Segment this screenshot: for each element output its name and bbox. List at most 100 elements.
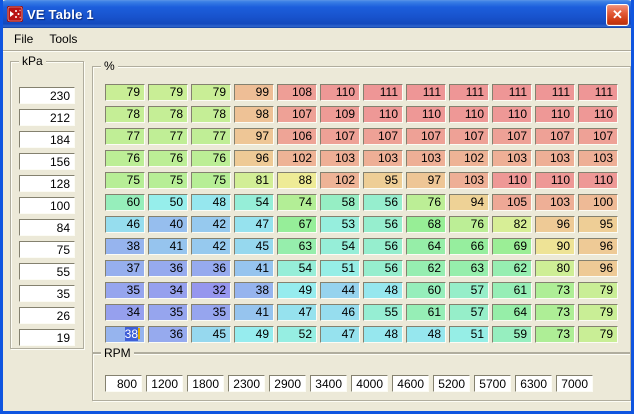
rpm-field-2[interactable] <box>187 375 224 392</box>
ve-cell-r10c7[interactable]: 61 <box>406 304 446 321</box>
ve-cell-r6c1[interactable]: 40 <box>148 216 188 233</box>
ve-cell-r5c7[interactable]: 76 <box>406 194 446 211</box>
rpm-field-9[interactable] <box>474 375 511 392</box>
ve-cell-r7c0[interactable]: 38 <box>105 238 145 255</box>
ve-cell-r9c4[interactable]: 49 <box>277 282 317 299</box>
ve-cell-r11c5[interactable]: 47 <box>320 326 360 343</box>
ve-cell-r9c0[interactable]: 35 <box>105 282 145 299</box>
ve-cell-r2c7[interactable]: 107 <box>406 128 446 145</box>
ve-cell-r0c10[interactable]: 111 <box>535 84 575 101</box>
ve-cell-r2c0[interactable]: 77 <box>105 128 145 145</box>
ve-cell-r4c6[interactable]: 95 <box>363 172 403 189</box>
menu-tools[interactable]: Tools <box>41 30 85 48</box>
ve-cell-r9c1[interactable]: 34 <box>148 282 188 299</box>
ve-cell-r5c3[interactable]: 54 <box>234 194 274 211</box>
ve-cell-r1c11[interactable]: 110 <box>578 106 618 123</box>
ve-cell-r8c2[interactable]: 36 <box>191 260 231 277</box>
ve-cell-r3c0[interactable]: 76 <box>105 150 145 167</box>
ve-cell-r2c5[interactable]: 107 <box>320 128 360 145</box>
ve-cell-r0c1[interactable]: 79 <box>148 84 188 101</box>
ve-cell-r10c4[interactable]: 47 <box>277 304 317 321</box>
ve-cell-r1c9[interactable]: 110 <box>492 106 532 123</box>
ve-cell-r7c1[interactable]: 41 <box>148 238 188 255</box>
ve-cell-r9c5[interactable]: 44 <box>320 282 360 299</box>
ve-cell-r2c9[interactable]: 107 <box>492 128 532 145</box>
ve-cell-r5c0[interactable]: 60 <box>105 194 145 211</box>
ve-cell-r3c10[interactable]: 103 <box>535 150 575 167</box>
ve-cell-r1c7[interactable]: 110 <box>406 106 446 123</box>
ve-cell-r2c4[interactable]: 106 <box>277 128 317 145</box>
ve-cell-r8c9[interactable]: 62 <box>492 260 532 277</box>
ve-cell-r10c2[interactable]: 35 <box>191 304 231 321</box>
ve-cell-r5c4[interactable]: 74 <box>277 194 317 211</box>
ve-cell-r7c5[interactable]: 54 <box>320 238 360 255</box>
ve-cell-r3c5[interactable]: 103 <box>320 150 360 167</box>
ve-cell-r5c2[interactable]: 48 <box>191 194 231 211</box>
ve-cell-r10c11[interactable]: 79 <box>578 304 618 321</box>
ve-cell-r6c5[interactable]: 53 <box>320 216 360 233</box>
ve-cell-r11c10[interactable]: 73 <box>535 326 575 343</box>
ve-cell-r4c4[interactable]: 88 <box>277 172 317 189</box>
ve-cell-r8c1[interactable]: 36 <box>148 260 188 277</box>
ve-cell-r5c6[interactable]: 56 <box>363 194 403 211</box>
kpa-field-7[interactable] <box>19 241 75 258</box>
ve-cell-r11c9[interactable]: 59 <box>492 326 532 343</box>
ve-cell-r1c0[interactable]: 78 <box>105 106 145 123</box>
close-button[interactable]: ✕ <box>606 4 629 26</box>
ve-cell-r7c8[interactable]: 66 <box>449 238 489 255</box>
ve-cell-r0c2[interactable]: 79 <box>191 84 231 101</box>
ve-cell-r2c1[interactable]: 77 <box>148 128 188 145</box>
ve-cell-r1c4[interactable]: 107 <box>277 106 317 123</box>
ve-cell-r4c0[interactable]: 75 <box>105 172 145 189</box>
ve-cell-r5c9[interactable]: 105 <box>492 194 532 211</box>
ve-cell-r6c9[interactable]: 82 <box>492 216 532 233</box>
rpm-field-8[interactable] <box>433 375 470 392</box>
ve-cell-r4c8[interactable]: 103 <box>449 172 489 189</box>
ve-cell-r0c5[interactable]: 110 <box>320 84 360 101</box>
ve-cell-r0c11[interactable]: 111 <box>578 84 618 101</box>
ve-cell-r3c9[interactable]: 103 <box>492 150 532 167</box>
ve-cell-r5c8[interactable]: 94 <box>449 194 489 211</box>
ve-cell-r8c7[interactable]: 62 <box>406 260 446 277</box>
ve-cell-r5c10[interactable]: 103 <box>535 194 575 211</box>
ve-cell-r0c7[interactable]: 111 <box>406 84 446 101</box>
ve-cell-r11c2[interactable]: 45 <box>191 326 231 343</box>
ve-cell-r8c4[interactable]: 54 <box>277 260 317 277</box>
rpm-field-5[interactable] <box>310 375 347 392</box>
rpm-field-1[interactable] <box>146 375 183 392</box>
ve-cell-r2c3[interactable]: 97 <box>234 128 274 145</box>
ve-cell-r5c11[interactable]: 100 <box>578 194 618 211</box>
ve-cell-r0c3[interactable]: 99 <box>234 84 274 101</box>
ve-cell-r11c4[interactable]: 52 <box>277 326 317 343</box>
ve-cell-r8c6[interactable]: 56 <box>363 260 403 277</box>
ve-cell-r9c8[interactable]: 57 <box>449 282 489 299</box>
ve-cell-r1c6[interactable]: 110 <box>363 106 403 123</box>
kpa-field-4[interactable] <box>19 175 75 192</box>
ve-cell-r8c5[interactable]: 51 <box>320 260 360 277</box>
ve-cell-r3c7[interactable]: 103 <box>406 150 446 167</box>
kpa-field-10[interactable] <box>19 307 75 324</box>
ve-cell-r9c6[interactable]: 48 <box>363 282 403 299</box>
ve-cell-r10c1[interactable]: 35 <box>148 304 188 321</box>
ve-cell-r7c9[interactable]: 69 <box>492 238 532 255</box>
kpa-field-9[interactable] <box>19 285 75 302</box>
ve-cell-r10c9[interactable]: 64 <box>492 304 532 321</box>
ve-cell-r1c5[interactable]: 109 <box>320 106 360 123</box>
ve-cell-r1c10[interactable]: 110 <box>535 106 575 123</box>
rpm-field-3[interactable] <box>228 375 265 392</box>
ve-cell-r7c2[interactable]: 42 <box>191 238 231 255</box>
rpm-field-10[interactable] <box>515 375 552 392</box>
rpm-field-0[interactable] <box>105 375 142 392</box>
kpa-field-11[interactable] <box>19 329 75 346</box>
ve-cell-r3c1[interactable]: 76 <box>148 150 188 167</box>
ve-cell-r9c7[interactable]: 60 <box>406 282 446 299</box>
titlebar[interactable]: VE Table 1 ✕ <box>3 0 631 28</box>
ve-cell-r6c2[interactable]: 42 <box>191 216 231 233</box>
kpa-field-5[interactable] <box>19 197 75 214</box>
ve-cell-r3c3[interactable]: 96 <box>234 150 274 167</box>
ve-cell-r0c8[interactable]: 111 <box>449 84 489 101</box>
ve-cell-r0c6[interactable]: 111 <box>363 84 403 101</box>
ve-cell-r7c11[interactable]: 96 <box>578 238 618 255</box>
ve-cell-r6c7[interactable]: 68 <box>406 216 446 233</box>
ve-cell-r10c5[interactable]: 46 <box>320 304 360 321</box>
